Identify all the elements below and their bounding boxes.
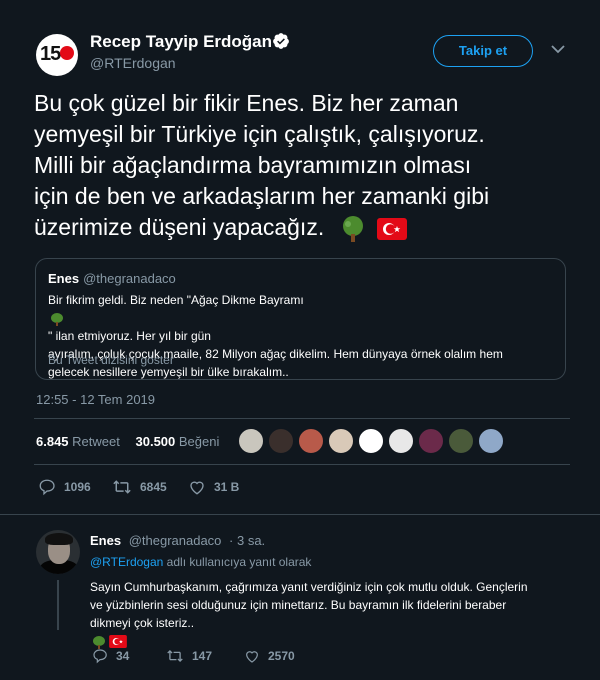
retweet-button[interactable]: 6845 — [112, 478, 167, 496]
like-button[interactable]: 31 B — [188, 478, 239, 496]
reply-reply-count: 34 — [116, 649, 130, 663]
reply-text-line: dikmeyi çok isteriz.. — [90, 614, 570, 650]
reply-author-avatar[interactable] — [36, 530, 80, 574]
replying-to: @RTErdogan adlı kullanıcıya yanıt olarak — [90, 555, 311, 569]
reply-count: 1096 — [64, 480, 91, 494]
quoted-tweet[interactable]: Enes @thegranadaco Bir fikrim geldi. Biz … — [35, 258, 566, 380]
tweet-header: 15 Recep Tayyip Erdoğan @RTErdogan Takip… — [0, 0, 600, 80]
tree-emoji-icon — [93, 635, 105, 649]
turkey-flag-icon — [109, 635, 127, 649]
tweet-text-line: üzerimize düşeni yapacağız. — [34, 214, 325, 240]
reply-text-fragment: dikmeyi çok isteriz.. — [90, 616, 195, 630]
reply-reply-button[interactable]: 34 — [92, 648, 129, 664]
reply-text-line: Sayın Cumhurbaşkanım, çağrımıza yanıt ve… — [90, 580, 528, 594]
quoted-author-name: Enes — [48, 271, 80, 286]
like-action-count: 31 B — [214, 480, 240, 494]
retweet-count[interactable]: 6.845 — [36, 434, 69, 449]
like-count[interactable]: 30.500 — [136, 434, 176, 449]
liker-avatar[interactable] — [388, 428, 414, 454]
tree-emoji-icon — [342, 215, 363, 242]
reply-button[interactable]: 1096 — [38, 478, 91, 496]
retweet-icon — [167, 649, 183, 663]
liker-avatar[interactable] — [268, 428, 294, 454]
liker-avatar[interactable] — [478, 428, 504, 454]
tree-emoji-icon — [51, 312, 63, 326]
quoted-text-fragment: Bir fikrim geldi. Biz neden "Ağaç Dikme … — [48, 293, 304, 307]
verified-badge-icon — [273, 33, 289, 49]
reply-retweet-count: 147 — [192, 649, 213, 663]
tweet-text-line: Milli bir ağaçlandırma bayramımızın olma… — [34, 152, 472, 178]
author-handle[interactable]: @RTErdogan — [90, 55, 176, 71]
liker-avatar[interactable] — [328, 428, 354, 454]
thread-line — [57, 580, 59, 630]
tweet-text-line-last: üzerimize düşeni yapacağız. — [34, 212, 574, 243]
liker-avatar[interactable] — [358, 428, 384, 454]
author-avatar[interactable]: 15 — [36, 34, 78, 76]
divider — [34, 464, 570, 465]
follow-button[interactable]: Takip et — [433, 35, 533, 67]
tweet-text: Bu çok güzel bir fikir Enes. Biz her zam… — [34, 88, 574, 243]
avatar-shape — [45, 533, 73, 545]
replying-to-mention[interactable]: @RTErdogan — [90, 555, 163, 569]
quoted-text-line: Bir fikrim geldi. Biz neden "Ağaç Dikme … — [48, 291, 558, 345]
reply-author-handle[interactable]: @thegranadaco — [129, 533, 222, 548]
liker-avatar[interactable] — [238, 428, 264, 454]
retweet-icon — [113, 480, 131, 494]
quoted-author-handle: @thegranadaco — [83, 271, 176, 286]
retweet-count-label[interactable]: Retweet — [72, 434, 120, 449]
reply-text: Sayın Cumhurbaşkanım, çağrımıza yanıt ve… — [90, 578, 570, 650]
show-thread-link[interactable]: Bu Tweet dizisini göster — [48, 353, 174, 367]
liker-avatar[interactable] — [298, 428, 324, 454]
tweet-text-line: yemyeşil bir Türkiye için çalıştık, çalı… — [34, 121, 485, 147]
tweet-stats: 6.845 Retweet 30.500 Beğeni — [36, 434, 231, 449]
like-count-label[interactable]: Beğeni — [179, 434, 219, 449]
liker-avatar[interactable] — [448, 428, 474, 454]
liker-avatar[interactable] — [418, 428, 444, 454]
quoted-author[interactable]: Enes @thegranadaco — [48, 271, 176, 286]
reply-like-count: 2570 — [268, 649, 295, 663]
turkey-flag-icon — [377, 217, 407, 240]
avatar-flag-mark — [60, 46, 74, 60]
tweet-timestamp[interactable]: 12:55 - 12 Tem 2019 — [36, 392, 155, 407]
reply-author-name[interactable]: Enes — [90, 533, 121, 548]
tweet-text-line: için de ben ve arkadaşlarım her zamanki … — [34, 183, 490, 209]
reply-icon — [39, 479, 55, 496]
reply-retweet-button[interactable]: 147 — [166, 648, 212, 664]
avatar-logo-text: 15 — [40, 43, 61, 65]
chevron-down-icon[interactable] — [551, 44, 565, 54]
reply-header: Enes @thegranadaco · 3 sa. — [90, 533, 265, 548]
replying-to-suffix: adlı kullanıcıya yanıt olarak — [163, 555, 312, 569]
divider — [0, 514, 600, 515]
retweet-action-count: 6845 — [140, 480, 167, 494]
like-icon — [246, 651, 258, 663]
tweet-text-line: Bu çok güzel bir fikir Enes. Biz her zam… — [34, 90, 459, 116]
divider — [34, 418, 570, 419]
like-icon — [190, 481, 204, 495]
quoted-text: Bir fikrim geldi. Biz neden "Ağaç Dikme … — [48, 291, 558, 381]
reply-like-button[interactable]: 2570 — [244, 648, 295, 664]
reply-time[interactable]: · 3 sa. — [229, 533, 265, 548]
quoted-text-fragment: " ilan etmiyoruz. Her yıl bir gün — [48, 329, 211, 343]
reply-text-line: ve yüzbinlerin sesi olduğunuz için minet… — [90, 598, 507, 612]
reply-icon — [93, 649, 107, 664]
author-name[interactable]: Recep Tayyip Erdoğan — [90, 32, 272, 52]
